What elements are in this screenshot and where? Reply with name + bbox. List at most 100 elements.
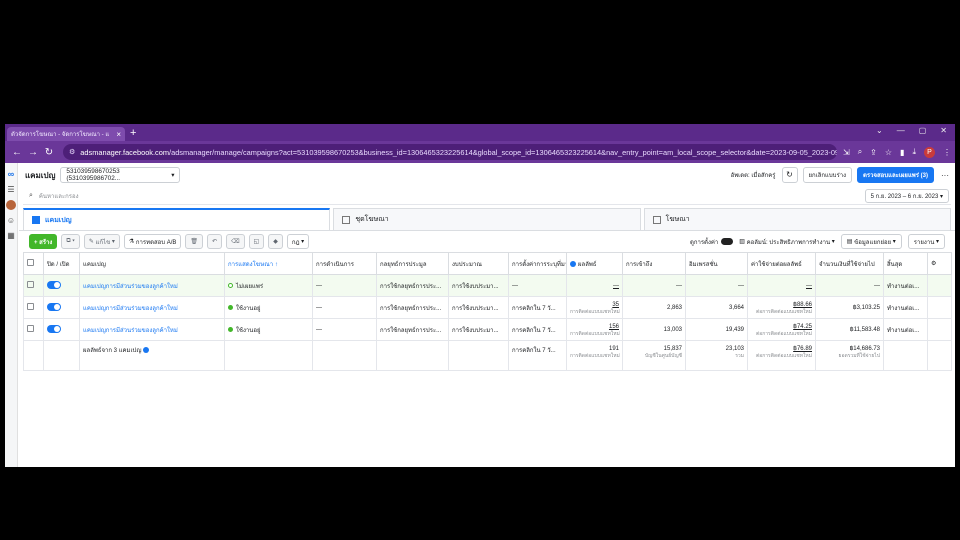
site-info-icon[interactable]: ⚙: [69, 148, 75, 156]
campaign-name[interactable]: แคมเปญการมีส่วนร่วมของลูกค้าใหม่: [79, 274, 225, 297]
bookmark-star-icon[interactable]: ☆: [885, 148, 892, 157]
grid-icon[interactable]: ▦: [5, 231, 17, 240]
delivery-status: ไม่เผยแพร่: [224, 274, 313, 297]
back-icon[interactable]: ←: [9, 147, 25, 158]
create-button[interactable]: + สร้าง: [29, 234, 58, 249]
delete-icon[interactable]: 🗑: [185, 234, 204, 249]
date-range-picker[interactable]: 5 ก.ย. 2023 – 6 ก.ย. 2023 ▾: [864, 188, 949, 203]
column-settings-icon[interactable]: ⚙: [927, 252, 952, 275]
col-delivery[interactable]: การแสดงโฆษณา ↑: [224, 252, 313, 275]
grid-icon: [342, 215, 351, 224]
table-row[interactable]: แคมเปญการมีส่วนร่วมของลูกค้าใหม่ ใช้งานอย…: [23, 296, 952, 319]
chevron-down-icon[interactable]: ⌄: [876, 126, 883, 135]
breakdown-button[interactable]: ▤ ข้อมูลแยกย่อย ▾: [840, 234, 902, 249]
discard-drafts-button[interactable]: ยกเลิกแบบร่าง: [802, 167, 853, 183]
total-cost-per-result: ฿76.89 ต่อการติดต่อแบบแชทใหม่: [747, 340, 816, 371]
row-budget: การใช้งบประมา...: [448, 318, 509, 341]
col-actions[interactable]: การดำเนินการ: [312, 252, 377, 275]
select-all-checkbox[interactable]: [23, 252, 44, 275]
col-budget[interactable]: งบประมาณ: [448, 252, 509, 275]
row-impressions: —: [685, 274, 748, 297]
left-rail: ∞ ☰ ☺ ▦: [5, 163, 18, 467]
row-checkbox[interactable]: [23, 296, 44, 319]
row-impressions: 19,439: [685, 318, 748, 341]
col-reach[interactable]: การเข้าถึง: [622, 252, 686, 275]
row-checkbox[interactable]: [23, 318, 44, 341]
status-dot: [228, 282, 233, 288]
row-toggle[interactable]: [43, 296, 80, 319]
row-bid: การใช้กลยุทธ์การประ...: [376, 318, 449, 341]
row-ends: ทำงานต่อเ...: [883, 318, 928, 341]
row-toggle[interactable]: [43, 318, 80, 341]
close-tab-icon[interactable]: ×: [116, 130, 121, 139]
install-icon[interactable]: ⇲: [843, 148, 850, 157]
emoji-icon[interactable]: ☺: [5, 216, 17, 225]
reload-icon[interactable]: ↻: [41, 147, 57, 158]
review-publish-button[interactable]: ตรวจสอบและเผยแพร่ (3): [857, 167, 934, 183]
table-toolbar: + สร้าง ⧉ ▾ ✎ แก้ไข ▾ ⚗ การทดสอบ A/B 🗑 ↶…: [19, 230, 955, 252]
view-setup-toggle[interactable]: ดูการตั้งค่า: [690, 237, 734, 247]
total-impressions: 23,103 รวม: [685, 340, 748, 371]
reports-button[interactable]: รายงาน ▾: [907, 234, 945, 249]
more-options-icon[interactable]: ···: [941, 171, 949, 180]
account-avatar[interactable]: [6, 200, 16, 210]
col-amount-spent[interactable]: จำนวนเงินที่ใช้จ่ายไป: [815, 252, 884, 275]
duplicate-button[interactable]: ⧉ ▾: [61, 234, 80, 249]
updated-status: อัพเดต: เมื่อสักครู่: [730, 173, 776, 179]
download-icon[interactable]: ⤓: [912, 147, 916, 157]
sidebar-icon[interactable]: ▮: [900, 148, 904, 157]
url-input[interactable]: ⚙ adsmanager.facebook.com/adsmanager/man…: [63, 144, 837, 160]
tab-campaigns[interactable]: แคมเปญ: [23, 208, 331, 230]
refresh-button[interactable]: ↻: [781, 167, 798, 183]
tab-adsets[interactable]: ชุดโฆษณา: [333, 208, 641, 230]
maximize-icon[interactable]: ▢: [919, 126, 927, 135]
row-checkbox[interactable]: [23, 274, 44, 297]
col-campaign[interactable]: แคมเปญ: [79, 252, 225, 275]
ab-test-button[interactable]: ⚗ การทดสอบ A/B: [123, 234, 182, 249]
trash-icon[interactable]: ⌫: [226, 234, 245, 249]
edit-button[interactable]: ✎ แก้ไข ▾: [83, 234, 120, 249]
preview-icon[interactable]: ◱: [248, 234, 265, 249]
columns-button[interactable]: ▥ คอลัมน์: ประสิทธิภาพการทำงาน ▾: [739, 237, 834, 247]
row-toggle[interactable]: [43, 274, 80, 297]
col-bid-strategy[interactable]: กลยุทธ์การประมูล: [376, 252, 449, 275]
campaign-name[interactable]: แคมเปญการมีส่วนร่วมของลูกค้าใหม่: [79, 318, 225, 341]
table-row[interactable]: แคมเปญการมีส่วนร่วมของลูกค้าใหม่ ใช้งานอย…: [23, 318, 952, 341]
browser-tab[interactable]: ตัวจัดการโฆษณา - จัดการโฆษณา - แ ×: [7, 127, 125, 141]
row-spent: ฿11,583.48: [815, 318, 884, 341]
tag-icon[interactable]: ◆: [268, 234, 283, 249]
row-attribution: การคลิกใน 7 วั...: [508, 296, 567, 319]
share-icon[interactable]: ⇪: [870, 148, 877, 157]
search-input[interactable]: ค้นหาและกรอง: [39, 191, 79, 201]
row-attribution: —: [508, 274, 567, 297]
col-attribution[interactable]: การตั้งค่าการระบุที่มา: [508, 252, 567, 275]
campaign-name[interactable]: แคมเปญการมีส่วนร่วมของลูกค้าใหม่: [79, 296, 225, 319]
table-row[interactable]: แคมเปญการมีส่วนร่วมของลูกค้าใหม่ ไม่เผยแพ…: [23, 274, 952, 297]
forward-icon[interactable]: →: [25, 147, 41, 158]
row-results: 35 การติดต่อแบบแชทใหม่: [566, 296, 623, 319]
col-onoff[interactable]: ปิด / เปิด: [43, 252, 80, 275]
col-impressions[interactable]: อิมเพรสชั่น: [685, 252, 748, 275]
rules-button[interactable]: กฎ ▾: [286, 234, 310, 249]
undo-icon[interactable]: ↶: [207, 234, 223, 249]
info-icon: [570, 260, 576, 267]
row-reach: 2,863: [622, 296, 686, 319]
minimize-icon[interactable]: —: [897, 126, 905, 135]
hamburger-menu-icon[interactable]: ☰: [5, 185, 17, 194]
col-ends[interactable]: สิ้นสุด: [883, 252, 928, 275]
url-domain: adsmanager.facebook.com: [80, 147, 170, 157]
window-controls: ⌄ — ▢ ✕: [876, 126, 947, 135]
col-results[interactable]: ผลลัพธ์: [566, 252, 623, 275]
menu-icon[interactable]: ⋮: [943, 148, 951, 157]
zoom-icon[interactable]: ⌕: [858, 147, 862, 157]
col-cost-per-result[interactable]: ค่าใช้จ่ายต่อผลลัพธ์: [747, 252, 816, 275]
row-impressions: 3,664: [685, 296, 748, 319]
tab-ads[interactable]: โฆษณา: [643, 208, 951, 230]
close-window-icon[interactable]: ✕: [940, 126, 947, 135]
meta-logo-icon[interactable]: ∞: [5, 169, 17, 179]
new-tab-button[interactable]: +: [130, 127, 136, 139]
delivery-status: ใช้งานอยู่: [224, 296, 313, 319]
profile-avatar[interactable]: P: [924, 146, 935, 158]
account-selector[interactable]: 531039598670253 (5310395986702... ▾: [60, 167, 181, 183]
search-bar[interactable]: ⌕ ค้นหาและกรอง 5 ก.ย. 2023 – 6 ก.ย. 2023…: [23, 187, 951, 205]
